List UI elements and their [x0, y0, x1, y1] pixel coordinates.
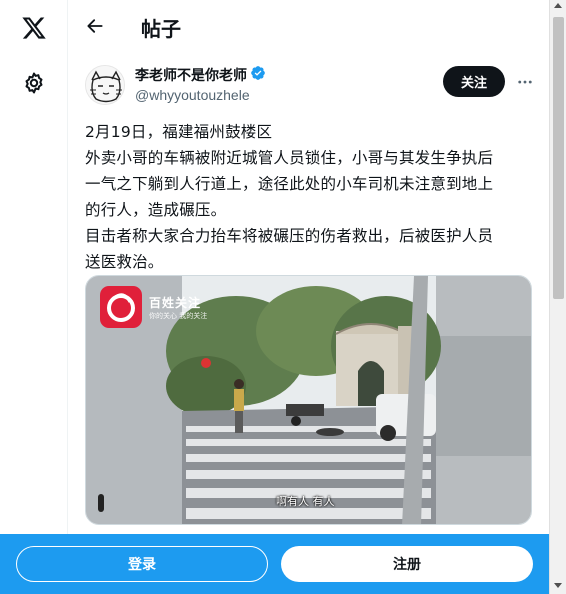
video-watermark-subtitle: 你的关心 我的关注 — [149, 312, 208, 320]
login-prompt-bar: 登录 注册 — [0, 534, 549, 594]
post-text: 2月19日，福建福州鼓楼区 外卖小哥的车辆被附近城管人员锁住，小哥与其发生争执后… — [85, 119, 537, 275]
scroll-thumb[interactable] — [553, 17, 564, 299]
post-text-line: 2月19日，福建福州鼓楼区 — [85, 123, 273, 141]
post-text-line: 一气之下躺到人行道上，途径此处的小车司机未注意到地上 — [85, 175, 494, 193]
author-handle[interactable]: @whyyoutouzhele — [135, 87, 250, 103]
header: 帖子 — [69, 0, 549, 53]
left-rail — [0, 0, 68, 594]
post-text-line: 的行人，造成碾压。 — [85, 201, 227, 219]
scroll-down-arrow-icon[interactable] — [554, 583, 562, 588]
x-logo-icon[interactable] — [12, 6, 56, 50]
post-text-line: 送医救治。 — [85, 253, 164, 271]
arrow-left-icon[interactable] — [77, 8, 113, 44]
video-caption: 啊有人 有人 — [276, 495, 335, 508]
page-title: 帖子 — [141, 17, 181, 41]
author-display-name[interactable]: 李老师不是你老师 — [135, 65, 247, 85]
verified-badge-icon — [250, 65, 266, 85]
signup-button[interactable]: 注册 — [281, 546, 533, 582]
post-text-line: 外卖小哥的车辆被附近城管人员锁住，小哥与其发生争执后 — [85, 149, 494, 167]
post-text-line: 目击者称大家合力抬车将被碾压的伤者救出，后被医护人员 — [85, 227, 494, 245]
post-video[interactable]: 百姓关注 你的关心 我的关注 啊有人 有人 — [85, 275, 532, 525]
gear-icon[interactable] — [12, 61, 56, 105]
video-watermark-title: 百姓关注 — [149, 296, 202, 310]
scrollbar[interactable] — [549, 0, 566, 594]
follow-button[interactable]: 关注 — [443, 66, 505, 97]
author-name-row: 李老师不是你老师 — [135, 65, 266, 85]
scroll-up-arrow-icon[interactable] — [554, 3, 562, 8]
avatar[interactable] — [85, 65, 125, 105]
more-horizontal-icon[interactable] — [511, 68, 539, 96]
main-column: 帖子 李老师不是你老师 @whyyoutouzhele 关注 2月19日，福建福… — [69, 0, 549, 594]
login-button[interactable]: 登录 — [16, 546, 268, 582]
